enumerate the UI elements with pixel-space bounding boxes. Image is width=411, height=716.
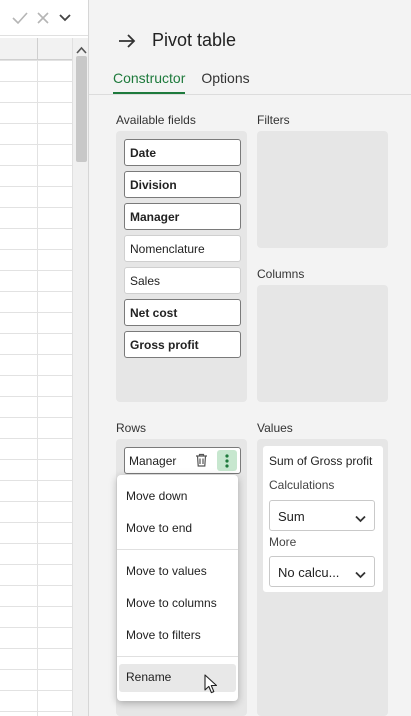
calculations-select[interactable]: Sum xyxy=(269,500,375,531)
field-manager[interactable]: Manager xyxy=(124,203,241,230)
tab-constructor[interactable]: Constructor xyxy=(113,70,186,94)
filters-label: Filters xyxy=(257,113,290,127)
mouse-cursor-icon xyxy=(204,674,218,697)
scroll-up-icon[interactable] xyxy=(76,42,87,57)
menu-item-move-to-columns[interactable]: Move to columns xyxy=(117,590,238,618)
row-field-manager[interactable]: Manager xyxy=(124,447,241,474)
field-net-cost[interactable]: Net cost xyxy=(124,299,241,326)
menu-item-move-to-filters[interactable]: Move to filters xyxy=(117,622,238,650)
field-nomenclature[interactable]: Nomenclature xyxy=(124,235,241,262)
tab-options[interactable]: Options xyxy=(201,70,249,94)
scrollbar-thumb[interactable] xyxy=(76,56,87,162)
chevron-down-icon xyxy=(355,567,366,582)
divider xyxy=(89,94,411,95)
more-label: More xyxy=(269,535,297,549)
tab-bar: Constructor Options xyxy=(113,70,250,94)
menu-separator xyxy=(117,656,238,657)
menu-item-rename[interactable]: Rename xyxy=(119,664,236,692)
field-sales[interactable]: Sales xyxy=(124,267,241,294)
menu-item-move-to-end[interactable]: Move to end xyxy=(117,515,238,543)
field-division[interactable]: Division xyxy=(124,171,241,198)
values-card-title: Sum of Gross profit xyxy=(269,454,373,468)
row-field-label: Manager xyxy=(129,454,177,468)
calculations-label: Calculations xyxy=(269,478,335,492)
more-value: No calcu... xyxy=(278,565,340,580)
panel-header: Pivot table Constructor Options xyxy=(89,0,411,94)
spreadsheet-area[interactable] xyxy=(0,0,89,716)
cell-grid[interactable] xyxy=(0,60,72,716)
filters-zone[interactable] xyxy=(257,131,388,248)
check-icon[interactable] xyxy=(12,11,28,25)
trash-icon[interactable] xyxy=(195,453,208,470)
columns-zone[interactable] xyxy=(257,285,388,402)
vertical-scrollbar[interactable] xyxy=(72,38,88,716)
chevron-down-icon xyxy=(355,511,366,526)
menu-item-move-down[interactable]: Move down xyxy=(117,483,238,511)
close-icon[interactable] xyxy=(36,11,50,25)
more-select[interactable]: No calcu... xyxy=(269,556,375,587)
values-label: Values xyxy=(257,421,293,435)
rows-label: Rows xyxy=(116,421,147,435)
chevron-down-icon[interactable] xyxy=(58,11,72,25)
menu-separator xyxy=(117,549,238,550)
formula-bar xyxy=(0,0,88,36)
more-vertical-icon[interactable] xyxy=(217,450,237,471)
values-card[interactable]: Sum of Gross profit Calculations Sum Mor… xyxy=(263,446,383,592)
menu-item-move-to-values[interactable]: Move to values xyxy=(117,558,238,586)
field-gross-profit[interactable]: Gross profit xyxy=(124,331,241,358)
available-fields-label: Available fields xyxy=(116,113,196,127)
arrow-right-icon[interactable] xyxy=(117,31,137,51)
panel-title: Pivot table xyxy=(152,30,237,50)
field-date[interactable]: Date xyxy=(124,139,241,166)
column-separator[interactable] xyxy=(37,38,38,60)
columns-label: Columns xyxy=(257,267,305,281)
context-menu: Move down Move to end Move to values Mov… xyxy=(117,475,238,701)
calculations-value: Sum xyxy=(278,509,305,524)
